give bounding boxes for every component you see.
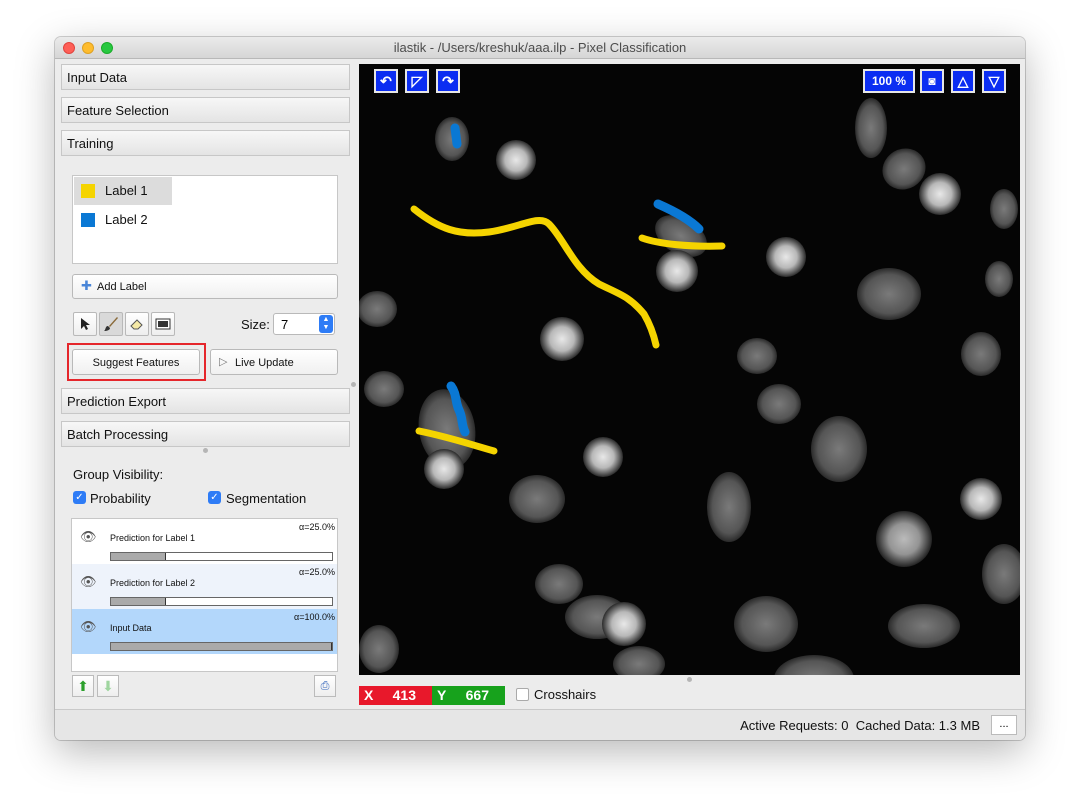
- corner-icon: ◸: [411, 72, 423, 89]
- layer-alpha: α=100.0%: [294, 612, 335, 622]
- label-item-2[interactable]: Label 2: [74, 206, 274, 234]
- probability-label: Probability: [90, 491, 151, 506]
- x-coordinate-value: 413: [392, 687, 416, 703]
- add-label-text: Add Label: [97, 281, 147, 293]
- probability-checkbox[interactable]: ✓: [73, 491, 86, 504]
- threshold-tool-button[interactable]: [151, 312, 175, 336]
- label-1-name: Label 1: [105, 183, 148, 198]
- triangle-up-icon: △: [957, 72, 969, 89]
- y-coordinate-value: 667: [465, 687, 489, 703]
- export-icon: ⎙: [320, 679, 330, 692]
- eye-icon[interactable]: 👁: [80, 619, 97, 635]
- title-bar: ilastik - /Users/kreshuk/aaa.ilp - Pixel…: [55, 37, 1025, 59]
- status-bar: Active Requests: 0 Cached Data: 1.3 MB .…: [55, 709, 1025, 740]
- layer-name: Prediction for Label 2: [110, 578, 196, 588]
- eye-icon[interactable]: 👁: [80, 529, 97, 545]
- eraser-icon: [130, 319, 143, 330]
- eye-icon[interactable]: 👁: [80, 574, 97, 590]
- splitter-handle[interactable]: [203, 448, 208, 453]
- undo-icon: ↶: [380, 72, 392, 89]
- arrow-up-icon: ⬆: [77, 677, 89, 694]
- label-2-color-swatch[interactable]: [81, 213, 95, 227]
- camera-icon: ◙: [928, 74, 936, 88]
- applet-feature-selection[interactable]: Feature Selection: [61, 97, 350, 123]
- layer-name: Prediction for Label 1: [110, 533, 196, 543]
- brush-size-label: Size:: [241, 317, 270, 332]
- play-icon: ▷: [219, 356, 228, 368]
- zoom-level-text: 100 %: [871, 74, 907, 88]
- mitotic-cells: [424, 140, 1002, 646]
- status-more-button[interactable]: ...: [991, 715, 1017, 735]
- active-requests: Active Requests: 0: [740, 718, 849, 733]
- undo-button[interactable]: ↶: [374, 69, 398, 93]
- status-text: Active Requests: 0 Cached Data: 1.3 MB: [740, 718, 980, 733]
- triangle-down-icon: ▽: [988, 72, 1000, 89]
- layer-down-button[interactable]: ⬇: [97, 675, 119, 697]
- main-window: ilastik - /Users/kreshuk/aaa.ilp - Pixel…: [55, 37, 1025, 740]
- layer-row[interactable]: 👁 α=25.0% Prediction for Label 1: [72, 519, 337, 564]
- maximize-view-button[interactable]: ◸: [405, 69, 429, 93]
- segmentation-label: Segmentation: [226, 491, 307, 506]
- opacity-slider[interactable]: [110, 642, 333, 651]
- segmentation-checkbox[interactable]: ✓: [208, 491, 221, 504]
- opacity-slider[interactable]: [110, 597, 333, 606]
- layer-alpha: α=25.0%: [299, 567, 335, 577]
- add-label-button[interactable]: ✚ Add Label: [72, 274, 338, 299]
- layer-name: Input Data: [110, 623, 152, 633]
- redo-button[interactable]: ↷: [436, 69, 460, 93]
- applet-input-data[interactable]: Input Data: [61, 64, 350, 90]
- image-viewer[interactable]: ↶ ◸ ↷ 100 % ◙ △ ▽: [359, 64, 1020, 675]
- plus-icon: ✚: [81, 278, 92, 293]
- crosshairs-label: Crosshairs: [534, 687, 597, 702]
- suggest-features-text: Suggest Features: [92, 357, 180, 369]
- label-list: Label 1 Label 2: [72, 175, 338, 264]
- brush-size-spinbox[interactable]: 7 ▲ ▼: [273, 313, 335, 335]
- label-1-color-swatch[interactable]: [81, 184, 95, 198]
- layer-list: 👁 α=25.0% Prediction for Label 1 👁 α=25.…: [71, 518, 338, 672]
- nuclei: [359, 98, 1020, 675]
- layer-up-button[interactable]: ⬆: [72, 675, 94, 697]
- crosshairs-checkbox[interactable]: [516, 688, 529, 701]
- brush-icon: [104, 317, 118, 331]
- layer-row[interactable]: 👁 α=100.0% Input Data: [72, 609, 337, 654]
- vertical-splitter-handle[interactable]: [351, 382, 356, 387]
- opacity-fill: [111, 598, 167, 605]
- label-item-1[interactable]: Label 1: [74, 177, 172, 205]
- snapshot-button[interactable]: ◙: [920, 69, 944, 93]
- layer-alpha: α=25.0%: [299, 522, 335, 532]
- slice-down-button[interactable]: ▽: [982, 69, 1006, 93]
- threshold-icon: [155, 318, 171, 330]
- live-update-button[interactable]: ▷ Live Update: [210, 349, 338, 375]
- pointer-icon: [81, 318, 90, 330]
- brush-size-value: 7: [281, 317, 289, 332]
- brush-tool-button[interactable]: [99, 312, 123, 336]
- microscopy-image: [359, 98, 1020, 675]
- y-coordinate-label: Y: [437, 687, 447, 703]
- applet-batch-processing[interactable]: Batch Processing: [61, 421, 350, 447]
- y-coordinate-field[interactable]: Y 667: [432, 686, 505, 705]
- applet-training[interactable]: Training: [61, 130, 350, 156]
- applet-prediction-export[interactable]: Prediction Export: [61, 388, 350, 414]
- arrow-down-icon: ⬇: [102, 677, 114, 694]
- x-coordinate-field[interactable]: X 413: [359, 686, 432, 705]
- cached-data: Cached Data: 1.3 MB: [855, 718, 980, 733]
- slice-up-button[interactable]: △: [951, 69, 975, 93]
- eraser-tool-button[interactable]: [125, 312, 149, 336]
- x-coordinate-label: X: [364, 687, 374, 703]
- layer-row[interactable]: 👁 α=25.0% Prediction for Label 2: [72, 564, 337, 609]
- pointer-tool-button[interactable]: [73, 312, 97, 336]
- label-2-name: Label 2: [105, 212, 148, 227]
- export-layer-button[interactable]: ⎙: [314, 675, 336, 697]
- live-update-text: Live Update: [235, 357, 294, 369]
- spin-arrows-icon[interactable]: ▲ ▼: [319, 315, 333, 333]
- suggest-features-button[interactable]: Suggest Features: [72, 349, 200, 375]
- opacity-slider[interactable]: [110, 552, 333, 561]
- opacity-fill: [111, 643, 332, 650]
- group-visibility-title: Group Visibility:: [73, 467, 164, 482]
- zoom-level-button[interactable]: 100 %: [863, 69, 915, 93]
- opacity-fill: [111, 553, 167, 560]
- redo-icon: ↷: [442, 72, 454, 89]
- viewer-splitter-handle[interactable]: [687, 677, 692, 682]
- window-title: ilastik - /Users/kreshuk/aaa.ilp - Pixel…: [393, 40, 687, 55]
